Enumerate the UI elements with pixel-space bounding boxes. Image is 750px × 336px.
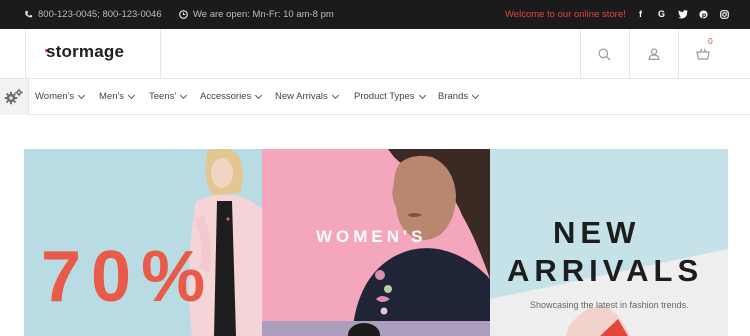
user-icon — [648, 48, 659, 60]
clock-icon — [179, 10, 188, 19]
phone-numbers: 800-123-0045; 800-123-0046 — [38, 9, 162, 20]
site-header: stormage — [0, 29, 750, 79]
instagram-icon[interactable] — [714, 8, 735, 20]
nav-item-label: Brands — [438, 91, 469, 102]
nav-item-mens[interactable]: Men's — [99, 91, 136, 102]
settings-toggle[interactable] — [0, 79, 29, 115]
hours-info: We are open: Mn-Fr: 10 am-8 pm — [179, 9, 334, 20]
nav-item-accessories[interactable]: Accessories — [200, 91, 263, 102]
chevron-down-icon — [418, 91, 426, 99]
logo[interactable]: stormage — [46, 42, 124, 62]
phone-info: 800-123-0045; 800-123-0046 — [24, 9, 162, 20]
new-arrivals-title-line2: ARRIVALS — [507, 253, 704, 288]
hero-banner: 70% WOMEN'S NEW ARRIVALS Showcasing the … — [24, 149, 728, 336]
pinterest-icon[interactable]: p — [693, 8, 714, 20]
chevron-down-icon — [78, 91, 86, 99]
main-navigation: Women's Men's Teens' Accessories New Arr… — [0, 79, 750, 115]
nav-item-label: Product Types — [354, 91, 415, 102]
social-links: f G p — [630, 8, 735, 20]
nav-item-label: Accessories — [200, 91, 252, 102]
chevron-down-icon — [180, 91, 188, 99]
nav-item-brands[interactable]: Brands — [438, 91, 480, 102]
chevron-down-icon — [331, 91, 339, 99]
nav-item-label: Men's — [99, 91, 125, 102]
account-button[interactable] — [629, 29, 677, 79]
cart-button[interactable] — [678, 29, 726, 79]
logo-container[interactable]: stormage — [25, 29, 161, 79]
sale-banner[interactable]: 70% — [24, 149, 262, 336]
nav-item-label: Teens' — [149, 91, 177, 102]
google-icon[interactable]: G — [651, 8, 672, 20]
opening-hours: We are open: Mn-Fr: 10 am-8 pm — [193, 9, 334, 20]
top-bar: 800-123-0045; 800-123-0046 We are open: … — [0, 0, 750, 29]
cart-count-badge: 0 — [708, 36, 713, 46]
womens-title: WOMEN'S — [316, 227, 427, 246]
search-button[interactable] — [580, 29, 628, 79]
nav-item-label: New Arrivals — [275, 91, 328, 102]
chevron-down-icon — [128, 91, 136, 99]
svg-text:p: p — [702, 11, 707, 18]
facebook-icon[interactable]: f — [630, 8, 651, 20]
new-arrivals-banner[interactable]: NEW ARRIVALS Showcasing the latest in fa… — [490, 149, 728, 336]
nav-item-new-arrivals[interactable]: New Arrivals — [275, 91, 339, 102]
chevron-down-icon — [472, 91, 480, 99]
sale-percentage: 70% — [41, 237, 216, 317]
new-arrivals-title-line1: NEW — [553, 215, 641, 250]
search-icon — [598, 48, 611, 61]
nav-item-womens[interactable]: Women's — [35, 91, 86, 102]
womens-banner[interactable]: WOMEN'S — [262, 149, 490, 336]
phone-icon — [25, 10, 33, 18]
nav-item-teens[interactable]: Teens' — [149, 91, 188, 102]
nav-item-product-types[interactable]: Product Types — [354, 91, 426, 102]
gear-icon — [4, 88, 23, 105]
new-arrivals-tagline: Showcasing the latest in fashion trends. — [530, 300, 689, 310]
chevron-down-icon — [255, 91, 263, 99]
nav-item-label: Women's — [35, 91, 75, 102]
welcome-message[interactable]: Welcome to our online store! — [505, 9, 626, 20]
cart-icon — [695, 48, 710, 60]
twitter-icon[interactable] — [672, 8, 693, 20]
